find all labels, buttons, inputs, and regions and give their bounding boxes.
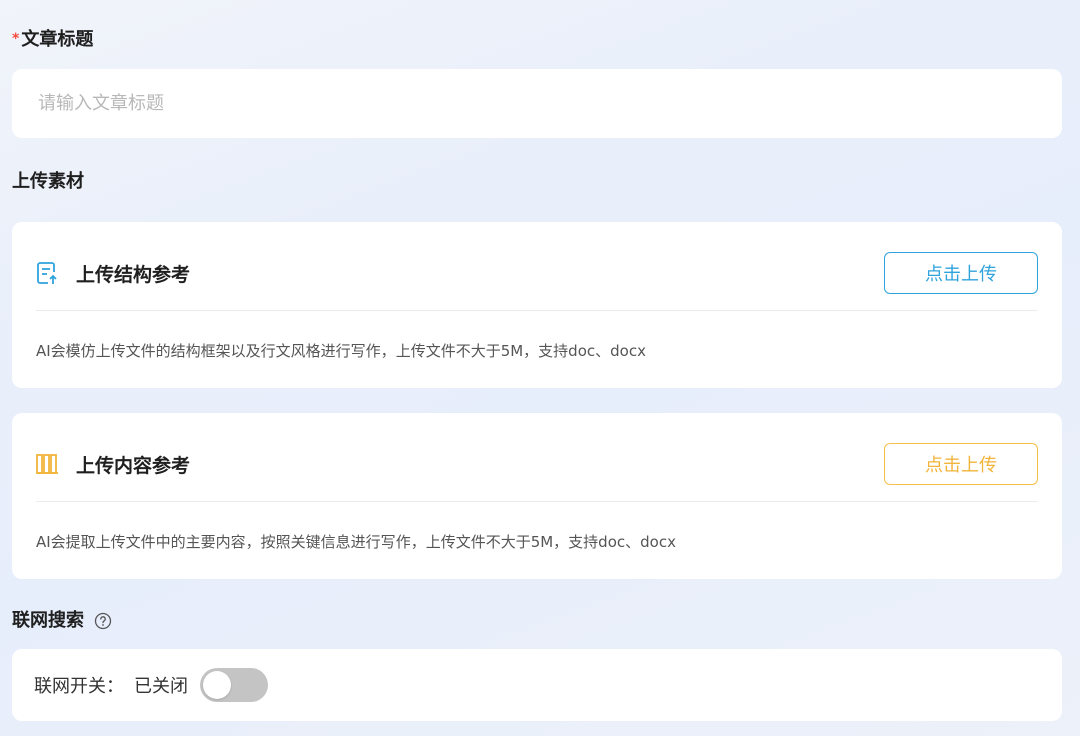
toggle-knob <box>203 671 231 699</box>
title-label-text: 文章标题 <box>21 29 94 50</box>
title-input[interactable] <box>36 92 1038 115</box>
web-search-toggle[interactable] <box>200 668 268 702</box>
web-switch-label: 联网开关： <box>34 676 124 697</box>
books-icon <box>36 452 60 476</box>
web-search-label-text: 联网搜索 <box>12 610 84 631</box>
card-header: 上传结构参考 点击上传 <box>36 250 1038 296</box>
help-circle-icon[interactable] <box>94 612 112 630</box>
card-title: 上传结构参考 <box>76 263 191 286</box>
card-header: 上传内容参考 点击上传 <box>36 441 1038 487</box>
upload-structure-button[interactable]: 点击上传 <box>884 252 1038 294</box>
required-marker: * <box>12 31 20 47</box>
title-input-container <box>12 69 1062 138</box>
card-description: AI会提取上传文件中的主要内容，按照关键信息进行写作，上传文件不大于5M，支持d… <box>36 533 676 551</box>
structure-reference-card: 上传结构参考 点击上传 AI会模仿上传文件的结构框架以及行文风格进行写作，上传文… <box>12 222 1062 388</box>
document-upload-icon <box>36 261 60 285</box>
title-field-label: * 文章标题 <box>12 28 93 52</box>
upload-section-label: 上传素材 <box>12 171 84 192</box>
web-switch-status: 已关闭 <box>134 676 188 697</box>
card-divider <box>36 501 1038 502</box>
card-divider <box>36 310 1038 311</box>
upload-content-button[interactable]: 点击上传 <box>884 443 1038 485</box>
card-description: AI会模仿上传文件的结构框架以及行文风格进行写作，上传文件不大于5M，支持doc… <box>36 342 646 360</box>
web-search-card: 联网开关： 已关闭 <box>12 649 1062 721</box>
web-search-section-label: 联网搜索 <box>12 609 112 633</box>
card-title: 上传内容参考 <box>76 454 191 477</box>
content-reference-card: 上传内容参考 点击上传 AI会提取上传文件中的主要内容，按照关键信息进行写作，上… <box>12 413 1062 579</box>
